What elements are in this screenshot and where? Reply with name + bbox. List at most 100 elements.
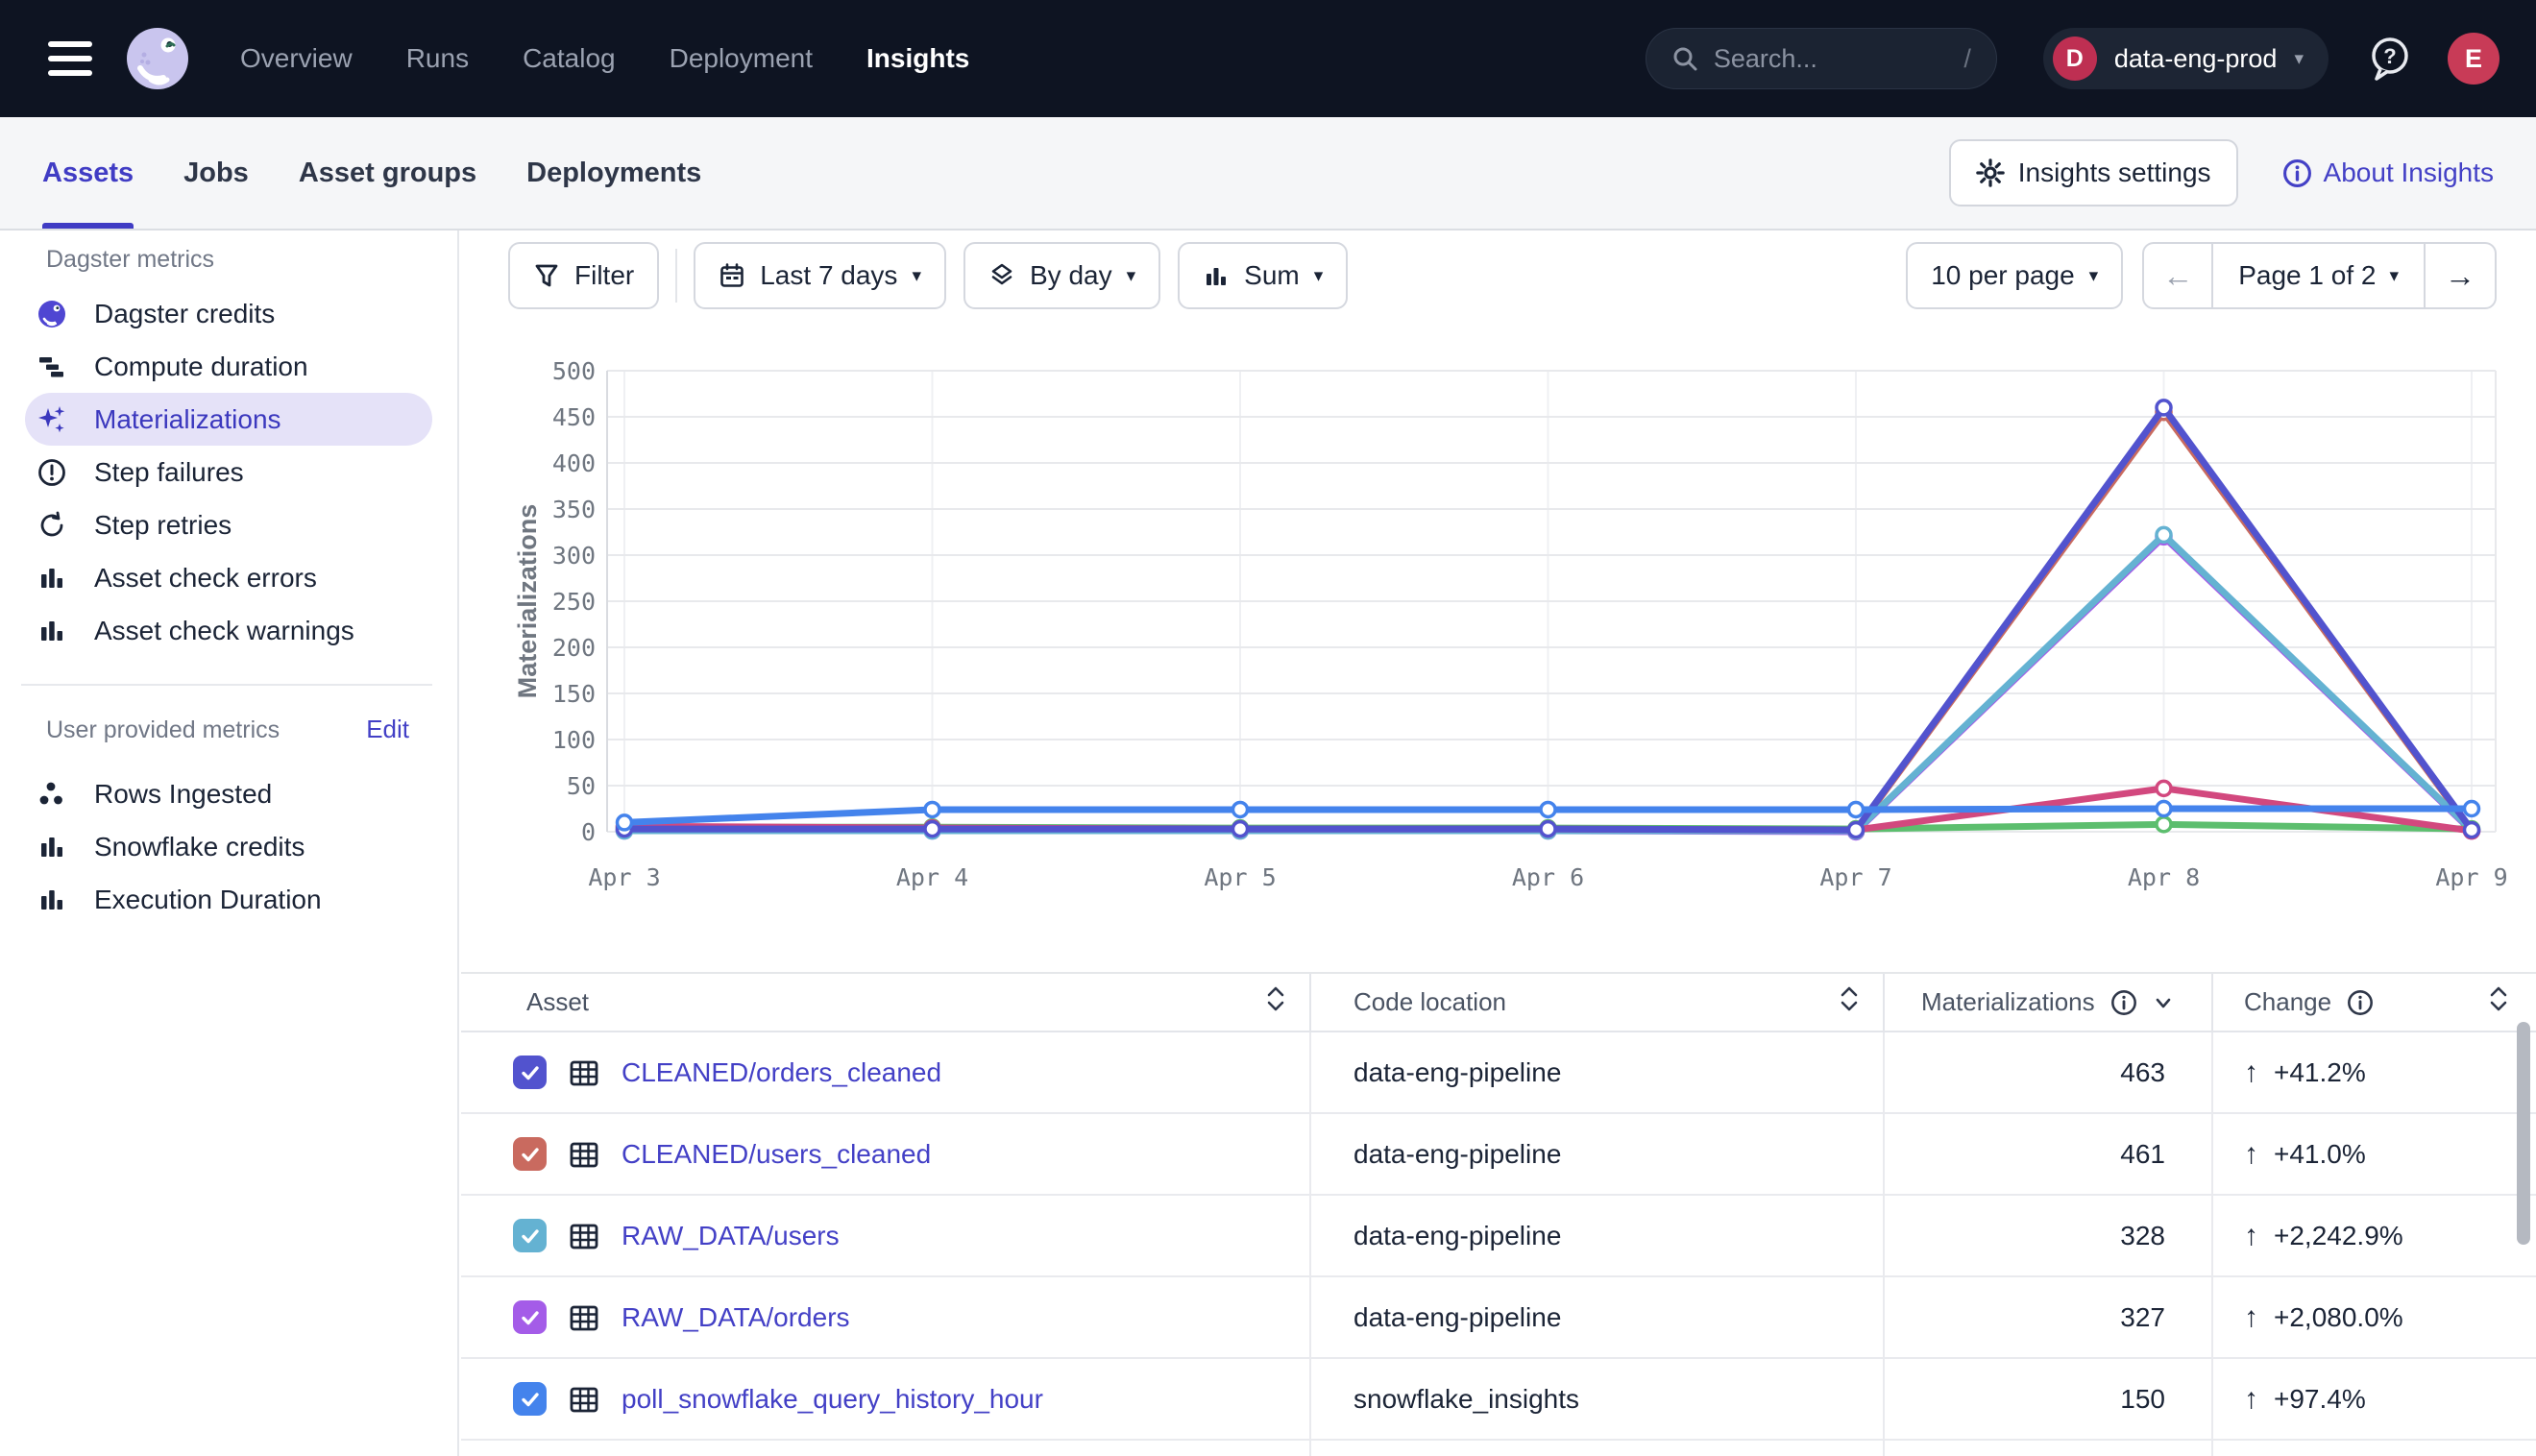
sort-icon[interactable] <box>1839 984 1860 1020</box>
about-insights-link[interactable]: About Insights <box>2282 158 2494 188</box>
dagster-logo-icon[interactable] <box>125 26 190 91</box>
column-label: Asset <box>526 987 589 1017</box>
table-grid-icon <box>568 1383 600 1416</box>
prev-page-button[interactable]: ← <box>2144 244 2211 307</box>
table-row: CLEANED/users_cleaned data-eng-pipeline … <box>461 1114 2536 1196</box>
sidebar-item-label: Step failures <box>94 457 244 488</box>
retry-icon <box>37 510 67 541</box>
column-header-asset[interactable]: Asset <box>461 974 1309 1031</box>
aggregation-button[interactable]: Sum ▾ <box>1178 242 1348 309</box>
sidebar-item-label: Step retries <box>94 510 232 541</box>
column-header-materializations[interactable]: Materializations <box>1883 974 2211 1031</box>
nav-item-insights[interactable]: Insights <box>866 43 969 74</box>
help-icon[interactable]: ? <box>2367 35 2413 83</box>
top-nav-right: Search... / D data-eng-prod ▾ ? E <box>1646 28 2499 89</box>
series-checkbox[interactable] <box>513 1219 547 1252</box>
sidebar-item-asset-check-warnings[interactable]: Asset check warnings <box>25 604 432 657</box>
sidebar-item-snowflake-credits[interactable]: Snowflake credits <box>25 820 432 873</box>
sidebar-item-compute-duration[interactable]: Compute duration <box>25 340 432 393</box>
bar-chart-icon <box>37 563 67 594</box>
deployment-initial-badge: D <box>2053 36 2097 81</box>
chevron-down-icon: ▾ <box>1127 265 1136 287</box>
tabs: Assets Jobs Asset groups Deployments <box>42 117 701 229</box>
materializations-cell: 461 <box>1883 1114 2211 1194</box>
per-page-button[interactable]: 10 per page ▾ <box>1906 242 2123 309</box>
sparkle-icon <box>37 404 67 435</box>
tab-asset-groups[interactable]: Asset groups <box>299 117 476 229</box>
x-tick-label: Apr 3 <box>588 863 660 891</box>
granularity-button[interactable]: By day ▾ <box>963 242 1160 309</box>
sidebar-item-asset-check-errors[interactable]: Asset check errors <box>25 551 432 604</box>
tab-deployments[interactable]: Deployments <box>526 117 701 229</box>
table-row: RAW_DATA/users data-eng-pipeline 328 ↑ +… <box>461 1196 2536 1277</box>
y-tick-label: 450 <box>552 403 596 431</box>
asset-link[interactable]: poll_snowflake_query_history_hour <box>622 1384 1043 1415</box>
page-label: Page 1 of 2 <box>2238 260 2376 291</box>
search-input[interactable]: Search... / <box>1646 28 1997 89</box>
sidebar-item-step-failures[interactable]: Step failures <box>25 446 432 498</box>
table-grid-icon <box>568 1138 600 1171</box>
sidebar-item-execution-duration[interactable]: Execution Duration <box>25 873 432 926</box>
svg-text:?: ? <box>2383 44 2396 68</box>
x-tick-label: Apr 8 <box>2128 863 2200 891</box>
duration-icon <box>37 352 67 382</box>
trend-up-icon: ↑ <box>2244 1301 2258 1334</box>
filter-button[interactable]: Filter <box>508 242 659 309</box>
nav-item-runs[interactable]: Runs <box>406 43 469 74</box>
tab-assets[interactable]: Assets <box>42 117 134 229</box>
sidebar-item-rows-ingested[interactable]: Rows Ingested <box>25 767 432 820</box>
series-checkbox[interactable] <box>513 1382 547 1416</box>
info-icon[interactable] <box>2110 989 2137 1016</box>
date-range-label: Last 7 days <box>760 260 897 291</box>
tab-jobs[interactable]: Jobs <box>183 117 249 229</box>
hamburger-menu-icon[interactable] <box>48 41 92 76</box>
sort-icon[interactable] <box>2488 984 2509 1020</box>
nav-item-deployment[interactable]: Deployment <box>670 43 813 74</box>
asset-link[interactable]: RAW_DATA/orders <box>622 1302 850 1333</box>
column-header-code-location[interactable]: Code location <box>1309 974 1883 1031</box>
sidebar-item-step-retries[interactable]: Step retries <box>25 498 432 551</box>
edit-metrics-link[interactable]: Edit <box>366 715 409 744</box>
asset-link[interactable]: CLEANED/orders_cleaned <box>622 1057 941 1088</box>
asset-link[interactable]: CLEANED/users_cleaned <box>622 1139 931 1170</box>
about-insights-label: About Insights <box>2324 158 2494 188</box>
series-checkbox[interactable] <box>513 1300 547 1334</box>
x-tick-label: Apr 5 <box>1204 863 1276 891</box>
calendar-icon <box>719 262 745 289</box>
trend-up-icon: ↑ <box>2244 1056 2258 1089</box>
date-range-button[interactable]: Last 7 days ▾ <box>694 242 946 309</box>
deployment-switcher[interactable]: D data-eng-prod ▾ <box>2043 28 2329 89</box>
user-avatar[interactable]: E <box>2448 33 2499 85</box>
x-tick-label: Apr 7 <box>1819 863 1891 891</box>
chevron-down-icon: ▾ <box>1314 265 1324 287</box>
chevron-down-icon[interactable] <box>2153 992 2174 1013</box>
table-row: poll_snowflake_query_history_hour snowfl… <box>461 1359 2536 1441</box>
deployment-name: data-eng-prod <box>2114 44 2278 74</box>
granularity-label: By day <box>1030 260 1112 291</box>
sidebar-item-label: Asset check errors <box>94 563 317 594</box>
vertical-scrollbar[interactable] <box>2517 1022 2530 1245</box>
y-tick-label: 150 <box>552 680 596 708</box>
sidebar-item-dagster-credits[interactable]: Dagster credits <box>25 287 432 340</box>
code-location-cell: data-eng-pipeline <box>1309 1032 1883 1112</box>
top-nav-items: Overview Runs Catalog Deployment Insight… <box>240 43 969 74</box>
next-page-button[interactable]: → <box>2426 244 2495 307</box>
insights-settings-button[interactable]: Insights settings <box>1949 139 2238 206</box>
info-icon[interactable] <box>2347 989 2374 1016</box>
series-checkbox[interactable] <box>513 1137 547 1171</box>
page-selector[interactable]: Page 1 of 2 ▾ <box>2211 244 2426 307</box>
code-location-cell: data-eng-pipeline <box>1309 1114 1883 1194</box>
sort-icon[interactable] <box>1265 984 1286 1020</box>
y-axis-title: Materializations <box>513 504 542 699</box>
filter-label: Filter <box>574 260 634 291</box>
pagination-controls: 10 per page ▾ ← Page 1 of 2 ▾ → <box>1906 242 2497 309</box>
nav-item-catalog[interactable]: Catalog <box>523 43 616 74</box>
series-checkbox[interactable] <box>513 1056 547 1089</box>
bar-chart-icon <box>37 832 67 862</box>
nav-item-overview[interactable]: Overview <box>240 43 353 74</box>
column-header-change[interactable]: Change <box>2211 974 2536 1031</box>
chevron-down-icon: ▾ <box>2389 265 2399 287</box>
sidebar-item-materializations[interactable]: Materializations <box>25 393 432 446</box>
asset-link[interactable]: RAW_DATA/users <box>622 1221 840 1251</box>
search-placeholder: Search... <box>1714 44 1817 74</box>
